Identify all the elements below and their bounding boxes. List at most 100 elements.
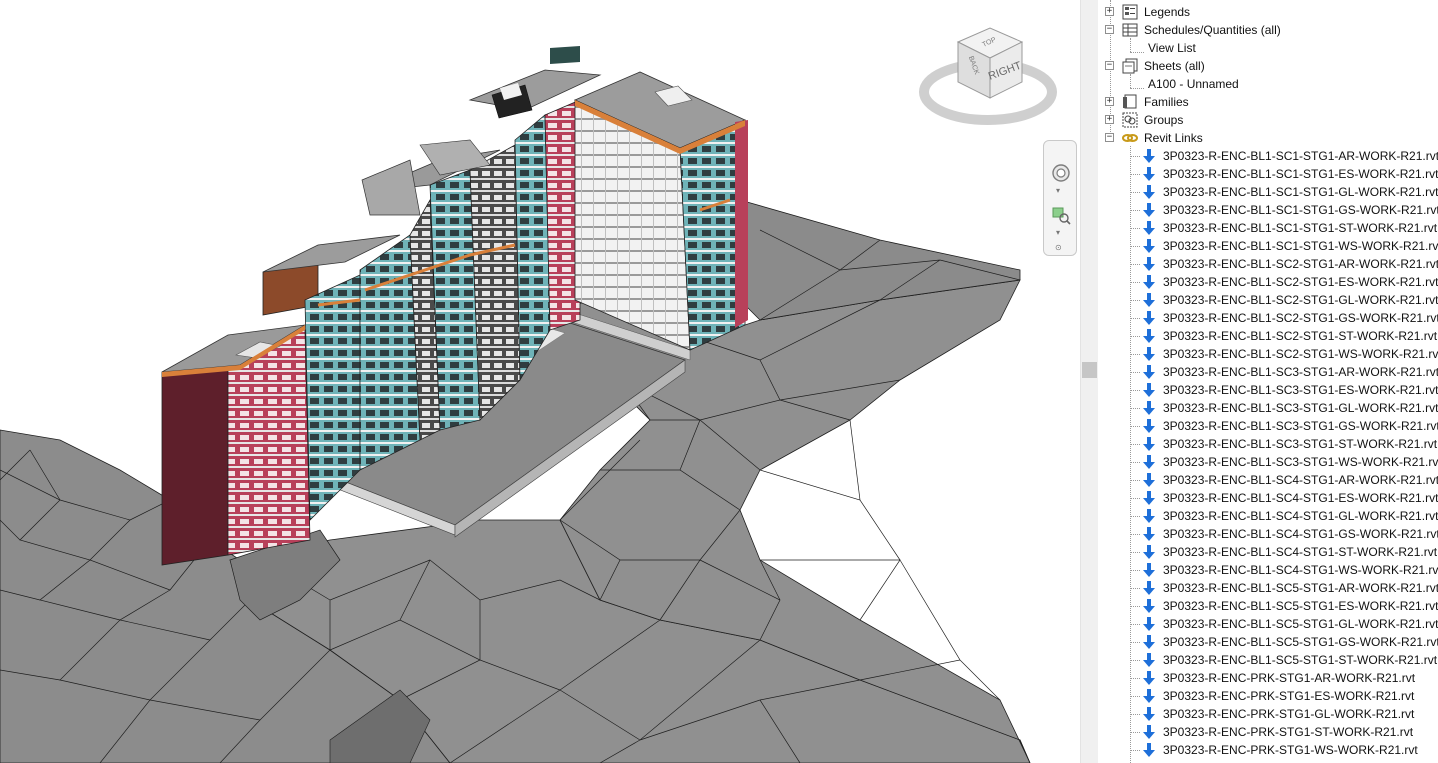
- tree-line: [1130, 52, 1144, 53]
- revit-link-arrow-icon: [1143, 437, 1155, 451]
- revit-link-label: 3P0323-R-ENC-BL1-SC2-STG1-ES-WORK-R21.rv…: [1163, 275, 1438, 289]
- revit-link-label: 3P0323-R-ENC-PRK-STG1-AR-WORK-R21.rvt: [1163, 671, 1416, 685]
- revit-link-arrow-icon: [1143, 383, 1155, 397]
- revit-link-arrow-icon: [1143, 617, 1155, 631]
- revit-link-label: 3P0323-R-ENC-BL1-SC3-STG1-ES-WORK-R21.rv…: [1163, 383, 1438, 397]
- viewcube-icon[interactable]: RIGHT TOP BACK: [918, 20, 1058, 130]
- revit-link-label: 3P0323-R-ENC-BL1-SC1-STG1-WS-WORK-R21.rv…: [1163, 239, 1438, 253]
- revit-link-label: 3P0323-R-ENC-BL1-SC4-STG1-ST-WORK-R21.rv…: [1163, 545, 1438, 559]
- 3d-viewport[interactable]: RIGHT TOP BACK ▾ ▾ ⊙: [0, 0, 1080, 763]
- revit-link-label: 3P0323-R-ENC-BL1-SC3-STG1-WS-WORK-R21.rv…: [1163, 455, 1438, 469]
- revit-link-arrow-icon: [1143, 149, 1155, 163]
- tree-line: [1130, 372, 1140, 373]
- revit-link-label: 3P0323-R-ENC-BL1-SC1-STG1-AR-WORK-R21.rv…: [1163, 149, 1438, 163]
- revit-link-arrow-icon: [1143, 455, 1155, 469]
- revit-link-arrow-icon: [1143, 563, 1155, 577]
- tree-line: [1130, 74, 1131, 88]
- revit-link-arrow-icon: [1143, 329, 1155, 343]
- revit-link-arrow-icon: [1143, 293, 1155, 307]
- revit-link-arrow-icon: [1143, 167, 1155, 181]
- tree-line: [1130, 390, 1140, 391]
- revit-link-label: 3P0323-R-ENC-BL1-SC5-STG1-GL-WORK-R21.rv…: [1163, 617, 1438, 631]
- revit-link-arrow-icon: [1143, 221, 1155, 235]
- revit-link-label: 3P0323-R-ENC-BL1-SC5-STG1-ST-WORK-R21.rv…: [1163, 653, 1438, 667]
- navigation-bar: ▾ ▾ ⊙: [1043, 140, 1077, 256]
- tree-line: [1130, 642, 1140, 643]
- tree-line: [1130, 498, 1140, 499]
- tree-line: [1130, 210, 1140, 211]
- browser-item-label: Sheets (all): [1144, 59, 1205, 73]
- expand-toggle[interactable]: +: [1105, 115, 1114, 124]
- chevron-down-icon[interactable]: ▾: [1056, 187, 1060, 195]
- revit-link-label: 3P0323-R-ENC-BL1-SC3-STG1-ST-WORK-R21.rv…: [1163, 437, 1438, 451]
- revit-link-arrow-icon: [1143, 725, 1155, 739]
- collapse-toggle[interactable]: −: [1105, 61, 1114, 70]
- collapse-toggle[interactable]: −: [1105, 25, 1114, 34]
- revit-link-arrow-icon: [1143, 365, 1155, 379]
- tree-line: [1130, 732, 1140, 733]
- tree-line: [1130, 516, 1140, 517]
- tree-line: [1130, 606, 1140, 607]
- tree-line: [1130, 444, 1140, 445]
- tree-line: [1130, 408, 1140, 409]
- tree-line: [1130, 88, 1144, 89]
- tree-line: [1130, 534, 1140, 535]
- revit-link-label: 3P0323-R-ENC-PRK-STG1-GL-WORK-R21.rvt: [1163, 707, 1415, 721]
- revit-link-label: 3P0323-R-ENC-BL1-SC3-STG1-AR-WORK-R21.rv…: [1163, 365, 1438, 379]
- browser-item-label: Schedules/Quantities (all): [1144, 23, 1281, 37]
- revit-link-label: 3P0323-R-ENC-PRK-STG1-ES-WORK-R21.rvt: [1163, 689, 1415, 703]
- browser-item-label: Families: [1144, 95, 1189, 109]
- revit-link-label: 3P0323-R-ENC-BL1-SC3-STG1-GL-WORK-R21.rv…: [1163, 401, 1438, 415]
- tree-line: [1130, 696, 1140, 697]
- revit-link-arrow-icon: [1143, 545, 1155, 559]
- revit-link-arrow-icon: [1143, 689, 1155, 703]
- tree-line: [1130, 714, 1140, 715]
- tree-line: [1130, 462, 1140, 463]
- revit-link-label: 3P0323-R-ENC-PRK-STG1-ST-WORK-R21.rvt: [1163, 725, 1414, 739]
- revit-link-label: 3P0323-R-ENC-BL1-SC2-STG1-WS-WORK-R21.rv…: [1163, 347, 1438, 361]
- revit-link-arrow-icon: [1143, 707, 1155, 721]
- expand-toggle[interactable]: +: [1105, 7, 1114, 16]
- zoom-region-icon[interactable]: [1051, 205, 1071, 225]
- revit-link-label: 3P0323-R-ENC-BL1-SC4-STG1-WS-WORK-R21.rv…: [1163, 563, 1438, 577]
- collapse-toggle[interactable]: −: [1105, 133, 1114, 142]
- revit-link-label: 3P0323-R-ENC-BL1-SC2-STG1-GL-WORK-R21.rv…: [1163, 293, 1438, 307]
- navbar-options-icon[interactable]: ⊙: [1055, 244, 1062, 252]
- expand-toggle[interactable]: +: [1105, 97, 1114, 106]
- sheets-icon: [1122, 58, 1138, 74]
- tree-line: [1130, 300, 1140, 301]
- tree-line: [1130, 38, 1131, 52]
- revit-link-arrow-icon: [1143, 527, 1155, 541]
- chevron-down-icon[interactable]: ▾: [1056, 229, 1060, 237]
- revit-link-label: 3P0323-R-ENC-BL1-SC2-STG1-ST-WORK-R21.rv…: [1163, 329, 1438, 343]
- tree-line: [1130, 246, 1140, 247]
- revit-link-arrow-icon: [1143, 203, 1155, 217]
- revit-link-label: 3P0323-R-ENC-BL1-SC3-STG1-GS-WORK-R21.rv…: [1163, 419, 1438, 433]
- tree-line: [1130, 282, 1140, 283]
- groups-icon: [1122, 112, 1138, 128]
- tree-line: [1130, 660, 1140, 661]
- tree-line: [1130, 624, 1140, 625]
- revit-link-arrow-icon: [1143, 239, 1155, 253]
- browser-item-label: View List: [1148, 41, 1196, 55]
- revit-link-arrow-icon: [1143, 743, 1155, 757]
- legends-icon: [1122, 4, 1138, 20]
- families-icon: [1123, 94, 1137, 109]
- vertical-scrollbar[interactable]: [1080, 0, 1098, 763]
- revit-link-arrow-icon: [1143, 275, 1155, 289]
- revit-links-icon: [1122, 134, 1138, 142]
- revit-link-arrow-icon: [1143, 419, 1155, 433]
- steering-wheel-icon[interactable]: [1051, 163, 1071, 183]
- revit-link-label: 3P0323-R-ENC-BL1-SC2-STG1-GS-WORK-R21.rv…: [1163, 311, 1438, 325]
- revit-link-arrow-icon: [1143, 491, 1155, 505]
- tree-line: [1130, 318, 1140, 319]
- revit-link-arrow-icon: [1143, 671, 1155, 685]
- revit-link-arrow-icon: [1143, 401, 1155, 415]
- browser-item-label: Revit Links: [1144, 131, 1203, 145]
- scrollbar-thumb[interactable]: [1082, 362, 1097, 378]
- schedules-icon: [1122, 23, 1138, 37]
- tree-line: [1130, 570, 1140, 571]
- tree-line: [1130, 480, 1140, 481]
- revit-link-label: 3P0323-R-ENC-BL1-SC5-STG1-GS-WORK-R21.rv…: [1163, 635, 1438, 649]
- tree-line: [1130, 146, 1131, 763]
